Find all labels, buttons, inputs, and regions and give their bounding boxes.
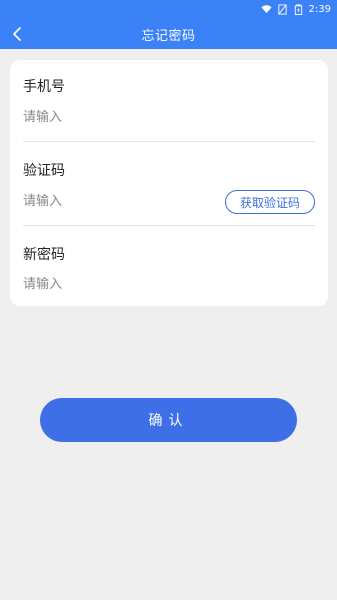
new-password-field: 新密码 bbox=[23, 244, 315, 264]
confirm-button[interactable]: 确认 bbox=[40, 398, 297, 442]
phone-field: 手机号 bbox=[23, 76, 315, 96]
form-card: 手机号 验证码 获取验证码 新密码 bbox=[10, 60, 328, 306]
battery-icon bbox=[294, 4, 302, 15]
no-signal-icon bbox=[277, 4, 287, 15]
phone-input[interactable] bbox=[23, 106, 223, 128]
new-password-input[interactable] bbox=[23, 273, 223, 295]
page-title: 忘记密码 bbox=[141, 28, 196, 44]
app-bar: 忘记密码 bbox=[0, 19, 337, 49]
chevron-left-icon bbox=[13, 27, 21, 41]
code-input[interactable] bbox=[23, 190, 203, 212]
phone-label: 手机号 bbox=[23, 79, 65, 95]
divider bbox=[23, 141, 315, 142]
code-field: 验证码 bbox=[23, 160, 315, 180]
new-password-label: 新密码 bbox=[23, 247, 65, 263]
status-bar: 2:39 bbox=[0, 0, 337, 19]
get-code-button[interactable]: 获取验证码 bbox=[225, 190, 315, 214]
wifi-icon bbox=[260, 5, 272, 14]
code-label: 验证码 bbox=[23, 163, 65, 179]
back-button[interactable] bbox=[8, 25, 26, 43]
divider bbox=[23, 225, 315, 226]
status-time: 2:39 bbox=[308, 4, 331, 15]
